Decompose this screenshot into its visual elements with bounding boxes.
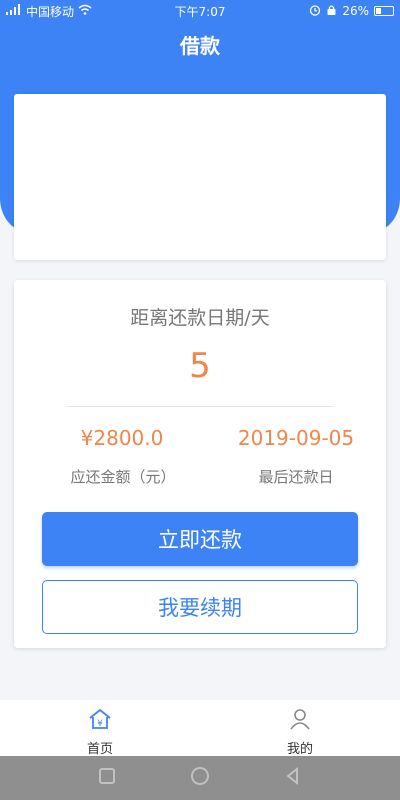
home-nav-icon[interactable] <box>188 764 212 792</box>
back-nav-icon[interactable] <box>281 764 305 792</box>
system-navigation-bar <box>0 756 400 800</box>
svg-text:¥: ¥ <box>97 719 103 729</box>
repayment-card: 距离还款日期/天 5 ¥2800.0 应还金额（元） 2019-09-05 最后… <box>14 280 386 648</box>
amount-due-value: ¥2800.0 <box>80 426 164 450</box>
signal-icon <box>6 4 22 18</box>
battery-icon <box>374 6 394 16</box>
countdown-label: 距离还款日期/天 <box>130 307 270 329</box>
status-right: 26% <box>254 4 394 19</box>
amount-due-label: 应还金额（元） <box>70 468 176 486</box>
renew-loan-button[interactable]: 我要续期 <box>42 580 358 634</box>
due-date-value: 2019-09-05 <box>237 426 355 450</box>
bottom-tab-bar: ¥ 首页 我的 <box>0 700 400 757</box>
tab-mine-label: 我的 <box>286 742 313 757</box>
countdown-days-value: 5 <box>189 346 211 386</box>
wifi-icon <box>78 4 92 18</box>
home-yen-icon: ¥ <box>87 707 113 735</box>
status-time: 下午7:07 <box>174 4 226 19</box>
tab-home-label: 首页 <box>86 742 113 757</box>
battery-percent: 26% <box>342 4 369 18</box>
lock-icon <box>326 4 337 19</box>
tab-home[interactable]: ¥ 首页 <box>0 700 200 757</box>
due-date-label: 最后还款日 <box>258 468 334 486</box>
status-left: 中国移动 <box>6 3 146 20</box>
recent-apps-icon[interactable] <box>95 764 119 792</box>
repay-now-button[interactable]: 立即还款 <box>42 512 358 566</box>
page-title: 借款 <box>180 34 220 58</box>
banner-card <box>14 94 386 260</box>
tab-mine[interactable]: 我的 <box>200 700 400 757</box>
divider <box>66 406 334 407</box>
alarm-icon <box>309 4 321 19</box>
user-icon <box>287 707 313 735</box>
carrier-text: 中国移动 <box>26 4 75 19</box>
status-bar: 中国移动 下午7:07 26% <box>0 0 400 22</box>
